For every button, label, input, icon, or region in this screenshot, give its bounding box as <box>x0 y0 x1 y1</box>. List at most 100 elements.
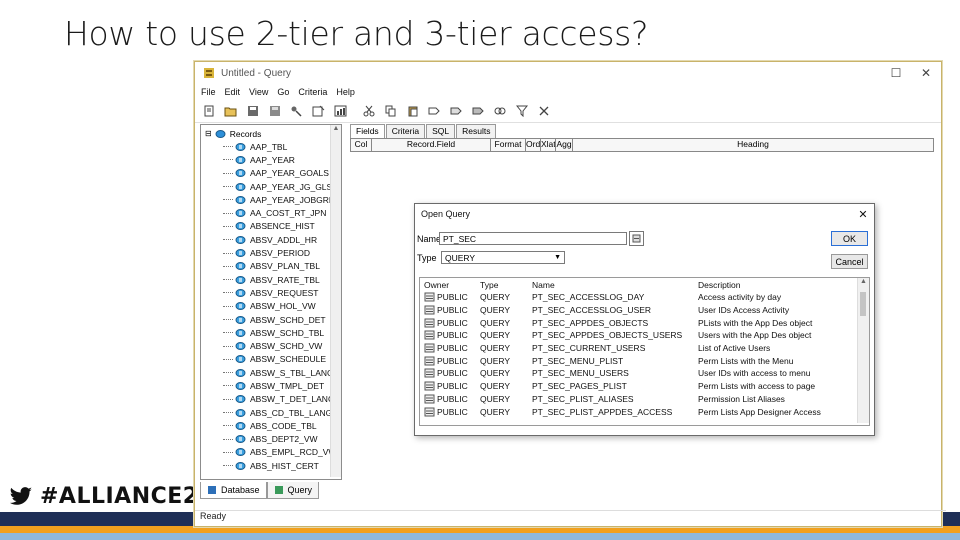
filter-icon[interactable] <box>515 104 530 119</box>
tree-item[interactable]: AA_COST_RT_JPN <box>201 206 341 219</box>
tree-item[interactable]: ABSW_SCHD_TBL <box>201 326 341 339</box>
query-list-row[interactable]: PUBLIC QUERY PT_SEC_PLIST_APPDES_ACCESS Per… <box>420 405 869 418</box>
tab-fields[interactable]: Fields <box>350 124 385 138</box>
tree-item[interactable]: AAP_YEAR_JG_GLS <box>201 180 341 193</box>
add-criteria-icon[interactable] <box>427 104 442 119</box>
tree-item-label: ABSV_REQUEST <box>250 287 319 298</box>
tree-item[interactable]: ABSW_S_TBL_LANG <box>201 366 341 379</box>
tree-item[interactable]: ABS_EMPL_RCD_VW <box>201 446 341 459</box>
col-header-ord[interactable]: Ord <box>526 139 541 151</box>
query-list[interactable]: Owner Type Name Description PUBLIC QUERY P… <box>419 277 870 426</box>
list-scroll-thumb[interactable] <box>860 292 866 316</box>
tree-item[interactable]: ABSV_RATE_TBL <box>201 273 341 286</box>
run-icon[interactable] <box>289 104 304 119</box>
new-icon[interactable] <box>201 104 216 119</box>
tree-item[interactable]: ABSW_T_DET_LANG <box>201 393 341 406</box>
tab-database-label: Database <box>221 485 260 495</box>
menu-file[interactable]: File <box>201 87 216 97</box>
add-field-icon[interactable] <box>449 104 464 119</box>
scroll-up-arrow-icon[interactable]: ▲ <box>331 125 341 135</box>
open-folder-icon[interactable] <box>223 104 238 119</box>
add-prompt-icon[interactable] <box>471 104 486 119</box>
maximize-button[interactable]: ☐ <box>881 66 911 80</box>
tree-item[interactable]: ABS_HIST_CERT <box>201 459 341 472</box>
query-list-row[interactable]: PUBLIC QUERY PT_SEC_APPDES_OBJECTS_USERS Us… <box>420 329 869 342</box>
records-tree[interactable]: ⊟ Records AAP_TBL AAP_YEAR AAP_YEAR_GOALS A… <box>200 124 342 480</box>
tree-item[interactable]: ABSV_ADDL_HR <box>201 233 341 246</box>
save-icon[interactable] <box>245 104 260 119</box>
tree-item[interactable]: ABSW_SCHD_VW <box>201 339 341 352</box>
tab-criteria[interactable]: Criteria <box>385 124 426 138</box>
menu-go[interactable]: Go <box>277 87 289 97</box>
delete-icon[interactable] <box>537 104 552 119</box>
query-list-row[interactable]: PUBLIC QUERY PT_SEC_PAGES_PLIST Perm Lists … <box>420 380 869 393</box>
col-owner[interactable]: Owner <box>420 280 480 290</box>
save-as-icon[interactable] <box>267 104 282 119</box>
tab-results[interactable]: Results <box>456 124 497 138</box>
paste-icon[interactable] <box>405 104 420 119</box>
tree-item[interactable]: AAP_TBL <box>201 140 341 153</box>
query-list-row[interactable]: PUBLIC QUERY PT_SEC_ACCESSLOG_USER User IDs… <box>420 304 869 317</box>
tab-query[interactable]: Query <box>266 482 320 499</box>
col-name[interactable]: Name <box>532 280 698 290</box>
query-icon <box>424 318 435 328</box>
tree-item[interactable]: ABSV_PLAN_TBL <box>201 260 341 273</box>
col-header-format[interactable]: Format <box>491 139 526 151</box>
query-list-scrollbar[interactable]: ▲ <box>857 278 869 423</box>
tab-sql[interactable]: SQL <box>426 124 456 138</box>
col-header-heading[interactable]: Heading <box>573 139 933 151</box>
query-list-row[interactable]: PUBLIC QUERY PT_SEC_CURRENT_USERS List of A… <box>420 342 869 355</box>
type-select[interactable]: QUERY ▼ <box>441 251 565 264</box>
tab-database[interactable]: Database <box>200 482 267 499</box>
join-icon[interactable] <box>493 104 508 119</box>
dialog-close-icon[interactable]: ✕ <box>852 208 874 221</box>
menu-criteria[interactable]: Criteria <box>298 87 327 97</box>
tree-item[interactable]: ABSENCE_HIST <box>201 220 341 233</box>
tree-item[interactable]: AAP_YEAR_GOALS <box>201 167 341 180</box>
tree-item[interactable]: ABSW_TMPL_DET <box>201 379 341 392</box>
tree-item[interactable]: ABSW_SCHEDULE <box>201 353 341 366</box>
col-header-xlat[interactable]: Xlat <box>541 139 556 151</box>
menu-help[interactable]: Help <box>336 87 355 97</box>
col-header-record-field[interactable]: Record.Field <box>372 139 491 151</box>
tree-scrollbar[interactable]: ▲ <box>330 125 341 477</box>
copy-icon[interactable] <box>383 104 398 119</box>
tree-item[interactable]: ABSV_REQUEST <box>201 286 341 299</box>
tree-item[interactable]: AAP_YEAR <box>201 153 341 166</box>
col-description[interactable]: Description <box>698 280 858 290</box>
menu-view[interactable]: View <box>249 87 268 97</box>
ok-button[interactable]: OK <box>831 231 868 246</box>
chart-icon[interactable] <box>333 104 348 119</box>
query-list-row[interactable]: PUBLIC QUERY PT_SEC_ACCESSLOG_DAY Access ac… <box>420 291 869 304</box>
tree-item[interactable]: ABSW_HOL_VW <box>201 300 341 313</box>
col-header-col[interactable]: Col <box>351 139 372 151</box>
cancel-button[interactable]: Cancel <box>831 254 868 269</box>
tree-item[interactable]: ABS_CODE_TBL <box>201 419 341 432</box>
name-input[interactable]: PT_SEC <box>439 232 627 245</box>
properties-icon[interactable] <box>311 104 326 119</box>
col-header-agg[interactable]: Agg <box>556 139 573 151</box>
tree-connector <box>223 265 233 267</box>
query-list-row[interactable]: PUBLIC QUERY PT_SEC_PLIST_ALIASES Permissio… <box>420 393 869 406</box>
tree-item[interactable]: AAP_YEAR_JOBGRP <box>201 193 341 206</box>
query-list-row[interactable]: PUBLIC QUERY PT_SEC_APPDES_OBJECTS PLists w… <box>420 316 869 329</box>
tree-connector <box>223 465 233 467</box>
collapse-icon[interactable]: ⊟ <box>205 129 212 138</box>
tree-item[interactable]: ABSV_PERIOD <box>201 246 341 259</box>
record-icon <box>235 448 246 457</box>
query-list-row[interactable]: PUBLIC QUERY PT_SEC_MENU_USERS User IDs wit… <box>420 367 869 380</box>
tree-item[interactable]: ABSW_SCHD_DET <box>201 313 341 326</box>
tree-root-records[interactable]: ⊟ Records <box>201 127 341 140</box>
col-type[interactable]: Type <box>480 280 532 290</box>
query-icon <box>424 407 435 417</box>
close-button[interactable]: ✕ <box>911 66 941 80</box>
tree-item[interactable]: ABS_CD_TBL_LANG <box>201 406 341 419</box>
name-lookup-icon[interactable] <box>629 231 644 246</box>
list-scroll-up-icon[interactable]: ▲ <box>858 278 869 285</box>
menu-edit[interactable]: Edit <box>225 87 241 97</box>
record-icon <box>235 368 246 377</box>
tree-item[interactable]: ABS_DEPT2_VW <box>201 433 341 446</box>
cut-icon[interactable] <box>361 104 376 119</box>
row-description: List of Active Users <box>698 343 771 354</box>
query-list-row[interactable]: PUBLIC QUERY PT_SEC_MENU_PLIST Perm Lists w… <box>420 354 869 367</box>
